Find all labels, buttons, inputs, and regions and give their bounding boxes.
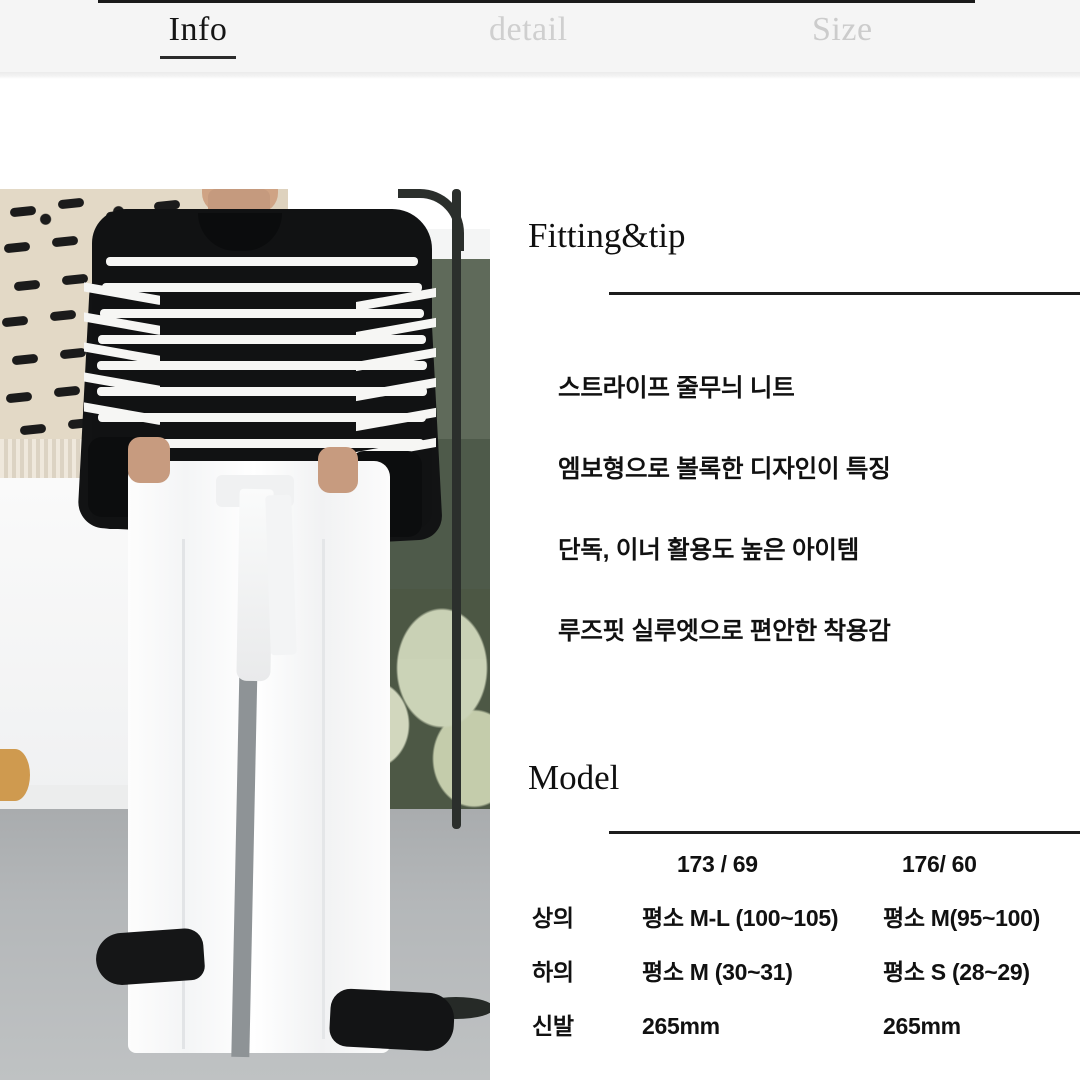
table-header-row: 173 / 69 176/ 60 xyxy=(490,849,1080,903)
row-value-model-1: 265mm xyxy=(642,1013,720,1039)
row-value-model-1: 평소 M (30~31) xyxy=(642,959,793,985)
row-label: 하의 xyxy=(532,959,574,985)
tab-active-underline xyxy=(160,56,236,59)
tab-size-label: Size xyxy=(812,11,873,48)
tab-detail[interactable]: detail xyxy=(489,8,568,52)
tab-detail-label: detail xyxy=(489,11,568,48)
photo-model-hand-right xyxy=(318,447,358,493)
product-info-page: Info detail Size Fitting&tip 스트라이프 줄무늬 니… xyxy=(0,0,1080,1080)
model-size-table: 173 / 69 176/ 60 상의 평소 M-L (100~105) 평소 … xyxy=(490,849,1080,1065)
tab-info-label: Info xyxy=(168,11,228,48)
fitting-bullet: 단독, 이너 활용도 높은 아이템 xyxy=(558,537,860,564)
row-value-model-2: 평소 M(95~100) xyxy=(883,905,1040,931)
table-row: 상의 평소 M-L (100~105) 평소 M(95~100) xyxy=(490,903,1080,957)
fitting-bullet: 엠보형으로 볼록한 디자인이 특징 xyxy=(558,456,891,483)
photo-clothing-rack-pole xyxy=(452,189,461,829)
row-value-model-1: 평소 M-L (100~105) xyxy=(642,905,839,931)
photo-wood-object xyxy=(0,749,30,801)
row-value-model-2: 265mm xyxy=(883,1013,961,1039)
photo-model-hand-left xyxy=(128,437,170,483)
tab-bar: Info detail Size xyxy=(0,0,1080,72)
photo-pant-crease-right xyxy=(322,539,325,1039)
table-row: 하의 평소 M (30~31) 평소 S (28~29) xyxy=(490,957,1080,1011)
fitting-tip-divider xyxy=(609,292,1080,295)
model-divider xyxy=(609,831,1080,834)
model-heading: Model xyxy=(528,758,620,797)
tab-info[interactable]: Info xyxy=(160,8,236,59)
model-1-spec: 173 / 69 xyxy=(677,851,758,877)
fitting-bullet: 루즈핏 실루엣으로 편안한 착용감 xyxy=(558,618,891,645)
model-photo xyxy=(0,189,490,1080)
tab-bar-top-rule xyxy=(98,0,975,3)
model-2-spec: 176/ 60 xyxy=(902,851,977,877)
fitting-tip-heading: Fitting&tip xyxy=(528,216,686,255)
photo-pant-tie-strap-2 xyxy=(265,494,297,656)
row-value-model-2: 평소 S (28~29) xyxy=(883,959,1030,985)
row-label: 신발 xyxy=(532,1013,574,1039)
fitting-bullet: 스트라이프 줄무늬 니트 xyxy=(558,375,795,402)
tab-bar-shadow xyxy=(0,72,1080,79)
info-panel: Fitting&tip 스트라이프 줄무늬 니트 엠보형으로 볼록한 디자인이 … xyxy=(490,79,1080,1080)
row-label: 상의 xyxy=(532,905,574,931)
photo-shoe-left xyxy=(94,927,206,987)
table-row: 신발 265mm 265mm xyxy=(490,1011,1080,1065)
photo-shoe-right xyxy=(328,987,456,1053)
tab-size[interactable]: Size xyxy=(812,8,873,52)
